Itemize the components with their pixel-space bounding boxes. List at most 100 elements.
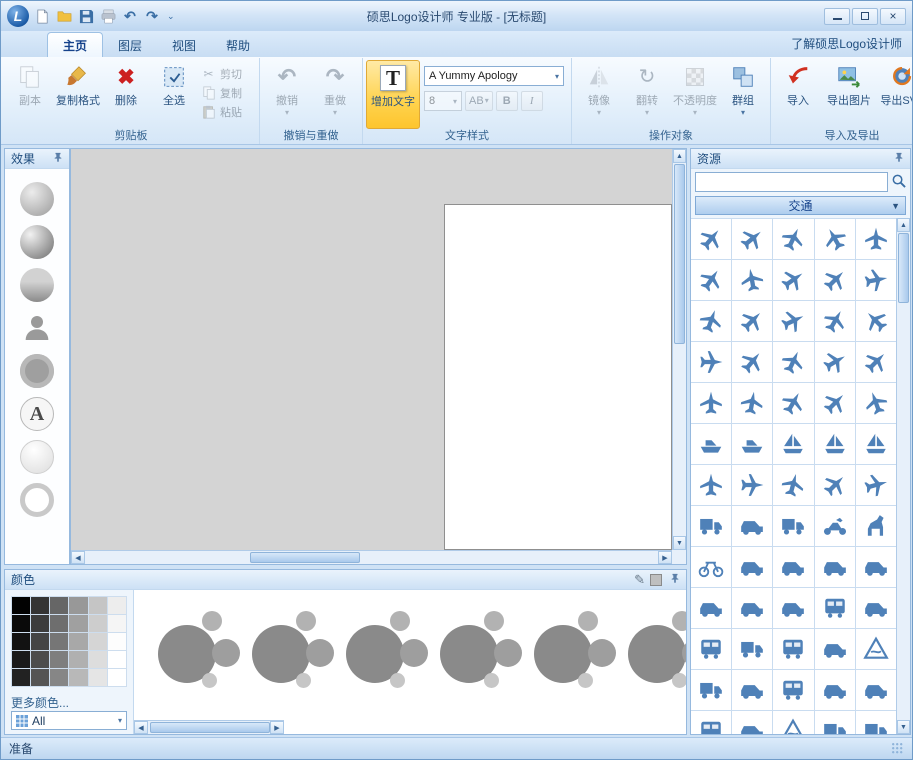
minimize-button[interactable] — [824, 8, 850, 25]
effect-item-person[interactable] — [20, 311, 54, 345]
color-swatch[interactable] — [89, 651, 107, 668]
resource-item-sail[interactable] — [815, 424, 855, 464]
color-swatch[interactable] — [12, 597, 30, 614]
scroll-down-icon[interactable]: ▼ — [673, 536, 686, 550]
resource-item-plane[interactable] — [773, 383, 813, 423]
resource-item-bus[interactable] — [691, 629, 731, 669]
pencil-icon[interactable]: ✎ — [634, 572, 645, 588]
color-swatch[interactable] — [50, 651, 68, 668]
color-swatch[interactable] — [31, 651, 49, 668]
resource-item-plane[interactable] — [856, 383, 896, 423]
resource-item-plane[interactable] — [732, 301, 772, 341]
resource-item-truck[interactable] — [691, 506, 731, 546]
more-colors-link[interactable]: 更多颜色... — [11, 694, 127, 711]
color-swatch[interactable] — [69, 651, 87, 668]
effect-item-sphere-gray[interactable] — [20, 182, 54, 216]
resource-item-plane[interactable] — [856, 465, 896, 505]
learn-more-link[interactable]: 了解硕思Logo设计师 — [791, 35, 902, 57]
resource-item-car[interactable] — [856, 670, 896, 710]
copy-button[interactable]: 复制 — [198, 83, 256, 102]
color-filter-select[interactable]: All ▾ — [11, 711, 127, 730]
resource-item-car[interactable] — [732, 547, 772, 587]
resource-item-car[interactable] — [856, 547, 896, 587]
resource-item-bus[interactable] — [815, 588, 855, 628]
resource-item-plane[interactable] — [691, 383, 731, 423]
resource-item-sail[interactable] — [773, 424, 813, 464]
mirror-menu-arrow-icon[interactable]: ▾ — [597, 109, 601, 117]
color-swatch[interactable] — [12, 651, 30, 668]
color-swatch[interactable] — [12, 615, 30, 632]
color-swatch[interactable] — [108, 633, 126, 650]
undo-menu-arrow-icon[interactable]: ▾ — [285, 109, 289, 117]
resource-item-boat[interactable] — [732, 424, 772, 464]
toolbar-options-icon[interactable]: ⌄ — [167, 11, 175, 22]
color-swatch[interactable] — [69, 597, 87, 614]
paste-button[interactable]: 粘贴 — [198, 102, 256, 121]
bold-button[interactable]: B — [496, 91, 518, 111]
resource-item-plane[interactable] — [815, 383, 855, 423]
scroll-right-icon[interactable]: ▶ — [658, 551, 672, 564]
redo-button[interactable]: ↷ 重做 ▾ — [311, 60, 359, 129]
color-swatch[interactable] — [12, 669, 30, 686]
resource-item-bike[interactable] — [691, 547, 731, 587]
resource-item-truck[interactable] — [815, 711, 855, 734]
resource-item-moto[interactable] — [815, 506, 855, 546]
tab-home[interactable]: 主页 — [47, 32, 103, 57]
resource-item-plane[interactable] — [691, 342, 731, 382]
export-image-button[interactable]: 导出图片 — [822, 60, 876, 129]
resource-item-truck[interactable] — [691, 670, 731, 710]
effect-item-letter-a[interactable]: A — [20, 397, 54, 431]
delete-button[interactable]: ✖ 删除 — [102, 60, 150, 129]
new-document-icon[interactable] — [33, 7, 51, 25]
tab-view[interactable]: 视图 — [157, 33, 211, 57]
resource-item-car[interactable] — [691, 588, 731, 628]
color-swatch[interactable] — [69, 669, 87, 686]
effects-pin-icon[interactable] — [53, 151, 63, 166]
resource-item-plane[interactable] — [856, 219, 896, 259]
resource-item-truck[interactable] — [856, 711, 896, 734]
undo-quick-icon[interactable]: ↶ — [121, 7, 139, 25]
scroll-up-icon[interactable]: ▲ — [673, 149, 686, 163]
resource-item-bus[interactable] — [773, 670, 813, 710]
color-swatch[interactable] — [89, 669, 107, 686]
tab-help[interactable]: 帮助 — [211, 33, 265, 57]
effect-item-ring-gray[interactable] — [20, 354, 54, 388]
resource-item-plane[interactable] — [691, 465, 731, 505]
resource-item-boat[interactable] — [691, 424, 731, 464]
resource-item-plane[interactable] — [773, 465, 813, 505]
import-button[interactable]: 导入 — [774, 60, 822, 129]
resource-item-truck[interactable] — [773, 506, 813, 546]
resource-item-car[interactable] — [773, 547, 813, 587]
color-swatch[interactable] — [50, 597, 68, 614]
resource-item-plane[interactable] — [691, 301, 731, 341]
add-text-button[interactable]: T 增加文字 — [366, 60, 420, 129]
color-swatch[interactable] — [31, 633, 49, 650]
resources-scrollbar[interactable]: ▲ ▼ — [896, 218, 910, 734]
color-swatch[interactable] — [89, 633, 107, 650]
redo-quick-icon[interactable]: ↷ — [143, 7, 161, 25]
search-icon[interactable] — [891, 173, 906, 191]
resource-item-car[interactable] — [815, 547, 855, 587]
resource-item-truck[interactable] — [732, 629, 772, 669]
group-button[interactable]: 群组 ▾ — [719, 60, 767, 129]
color-swatch[interactable] — [50, 615, 68, 632]
resource-item-plane[interactable] — [815, 260, 855, 300]
resource-item-plane[interactable] — [732, 383, 772, 423]
font-size-select[interactable]: 8 ▾ — [424, 91, 462, 111]
resource-item-plane[interactable] — [732, 219, 772, 259]
color-swatch[interactable] — [108, 669, 126, 686]
color-swatch[interactable] — [69, 633, 87, 650]
resource-item-car[interactable] — [732, 711, 772, 734]
open-folder-icon[interactable] — [55, 7, 73, 25]
format-painter-button[interactable]: 复制格式 — [54, 60, 102, 129]
resources-pin-icon[interactable] — [894, 151, 904, 166]
select-all-button[interactable]: 全选 — [150, 60, 198, 129]
save-icon[interactable] — [77, 7, 95, 25]
canvas-page[interactable] — [444, 204, 672, 550]
resource-item-plane[interactable] — [732, 342, 772, 382]
color-swatch[interactable] — [108, 615, 126, 632]
resize-grip[interactable] — [892, 743, 904, 755]
maximize-button[interactable] — [852, 8, 878, 25]
category-select[interactable]: 交通 ▼ — [695, 196, 906, 215]
color-swatch[interactable] — [69, 615, 87, 632]
